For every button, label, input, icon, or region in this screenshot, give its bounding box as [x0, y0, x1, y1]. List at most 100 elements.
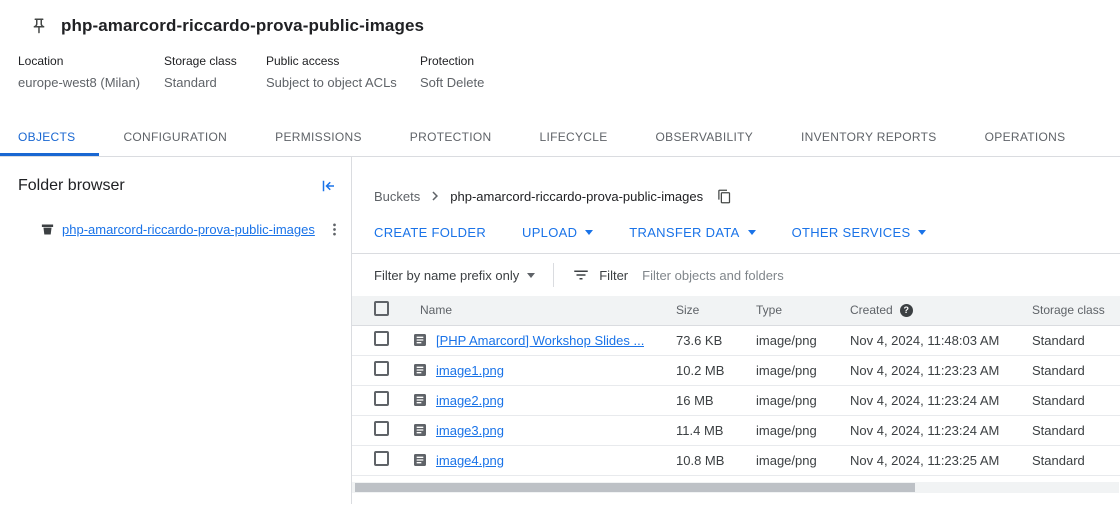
cell-size: 11.4 MB — [660, 415, 740, 445]
filter-objects-input[interactable] — [642, 268, 1120, 283]
column-header-type: Type — [740, 296, 834, 325]
folder-browser-title: Folder browser — [18, 177, 125, 195]
caret-down-icon — [918, 230, 926, 235]
filter-label: Filter — [599, 268, 628, 283]
object-link[interactable]: image4.png — [436, 453, 504, 468]
cell-size: 10.8 MB — [660, 445, 740, 475]
cell-type: image/png — [740, 325, 834, 355]
filter-row: Filter by name prefix only Filter — [374, 254, 1120, 296]
help-icon[interactable] — [900, 304, 913, 317]
cell-created: Nov 4, 2024, 11:23:23 AM — [834, 355, 1016, 385]
table-row: [PHP Amarcord] Workshop Slides ... 73.6 … — [352, 325, 1120, 355]
row-checkbox[interactable] — [374, 361, 389, 376]
cell-type: image/png — [740, 355, 834, 385]
tab-permissions[interactable]: PERMISSIONS — [251, 120, 386, 156]
objects-tab-content: Folder browser php-amarcord-riccardo-pro… — [0, 157, 1120, 504]
filter-prefix-label: Filter by name prefix only — [374, 268, 519, 283]
folder-browser-panel: Folder browser php-amarcord-riccardo-pro… — [0, 157, 352, 504]
cell-created: Nov 4, 2024, 11:23:25 AM — [834, 445, 1016, 475]
horizontal-scrollbar[interactable] — [352, 482, 1119, 493]
transfer-data-label: TRANSFER DATA — [629, 225, 739, 240]
other-services-button[interactable]: OTHER SERVICES — [792, 225, 927, 240]
push-pin-icon[interactable] — [30, 17, 48, 35]
cell-created: Nov 4, 2024, 11:48:03 AM — [834, 325, 1016, 355]
scrollbar-thumb[interactable] — [355, 483, 915, 492]
create-folder-button[interactable]: CREATE FOLDER — [374, 225, 486, 240]
transfer-data-button[interactable]: TRANSFER DATA — [629, 225, 755, 240]
cell-storage-class: Standard — [1016, 415, 1120, 445]
breadcrumb: Buckets php-amarcord-riccardo-prova-publ… — [374, 187, 1120, 205]
bucket-link[interactable]: php-amarcord-riccardo-prova-public-image… — [62, 222, 326, 237]
create-folder-label: CREATE FOLDER — [374, 225, 486, 240]
file-icon — [412, 392, 428, 408]
meta-protection: Protection Soft Delete — [420, 54, 484, 90]
copy-icon[interactable] — [717, 189, 732, 204]
row-checkbox[interactable] — [374, 421, 389, 436]
cell-size: 73.6 KB — [660, 325, 740, 355]
meta-value: europe-west8 (Milan) — [18, 75, 164, 90]
file-icon — [412, 422, 428, 438]
breadcrumb-current: php-amarcord-riccardo-prova-public-image… — [450, 189, 703, 204]
folder-browser-bucket-row: php-amarcord-riccardo-prova-public-image… — [40, 221, 343, 238]
meta-label: Storage class — [164, 54, 266, 68]
meta-value: Soft Delete — [420, 75, 484, 90]
cell-type: image/png — [740, 415, 834, 445]
folder-browser-header: Folder browser — [18, 177, 337, 195]
page-title: php-amarcord-riccardo-prova-public-image… — [61, 16, 424, 36]
caret-down-icon — [748, 230, 756, 235]
meta-label: Public access — [266, 54, 420, 68]
table-row: image3.png 11.4 MB image/png Nov 4, 2024… — [352, 415, 1120, 445]
meta-storage-class: Storage class Standard — [164, 54, 266, 90]
upload-button[interactable]: UPLOAD — [522, 225, 593, 240]
column-header-name: Name — [398, 296, 660, 325]
tab-objects[interactable]: OBJECTS — [0, 120, 99, 156]
object-link[interactable]: image1.png — [436, 363, 504, 378]
row-checkbox[interactable] — [374, 391, 389, 406]
filter-list-icon — [572, 266, 590, 284]
chevron-right-icon — [426, 187, 444, 205]
file-icon — [412, 362, 428, 378]
other-services-label: OTHER SERVICES — [792, 225, 911, 240]
vertical-divider — [553, 263, 554, 287]
cell-type: image/png — [740, 445, 834, 475]
row-checkbox[interactable] — [374, 451, 389, 466]
file-icon — [412, 332, 428, 348]
object-link[interactable]: image3.png — [436, 423, 504, 438]
cell-size: 16 MB — [660, 385, 740, 415]
cell-storage-class: Standard — [1016, 325, 1120, 355]
created-label: Created — [850, 303, 893, 317]
meta-public-access: Public access Subject to object ACLs — [266, 54, 420, 90]
tab-operations[interactable]: OPERATIONS — [961, 120, 1090, 156]
tab-protection[interactable]: PROTECTION — [386, 120, 516, 156]
tab-observability[interactable]: OBSERVABILITY — [632, 120, 778, 156]
caret-down-icon — [585, 230, 593, 235]
breadcrumb-buckets-link[interactable]: Buckets — [374, 189, 420, 204]
filter-prefix-dropdown[interactable]: Filter by name prefix only — [374, 268, 535, 283]
cell-created: Nov 4, 2024, 11:23:24 AM — [834, 385, 1016, 415]
cell-size: 10.2 MB — [660, 355, 740, 385]
tab-bar: OBJECTS CONFIGURATION PERMISSIONS PROTEC… — [0, 120, 1120, 157]
table-row: image1.png 10.2 MB image/png Nov 4, 2024… — [352, 355, 1120, 385]
meta-label: Location — [18, 54, 164, 68]
tab-inventory-reports[interactable]: INVENTORY REPORTS — [777, 120, 961, 156]
bucket-meta: Location europe-west8 (Milan) Storage cl… — [18, 54, 1120, 90]
file-icon — [412, 452, 428, 468]
cell-storage-class: Standard — [1016, 385, 1120, 415]
tab-configuration[interactable]: CONFIGURATION — [99, 120, 251, 156]
table-header-row: Name Size Type Created Storage class — [352, 296, 1120, 325]
caret-down-icon — [527, 273, 535, 278]
column-header-created: Created — [834, 296, 1016, 325]
select-all-checkbox[interactable] — [374, 301, 389, 316]
upload-label: UPLOAD — [522, 225, 577, 240]
cell-type: image/png — [740, 385, 834, 415]
objects-toolbar: CREATE FOLDER UPLOAD TRANSFER DATA OTHER… — [374, 225, 1120, 240]
more-vert-icon[interactable] — [326, 221, 343, 238]
object-link[interactable]: image2.png — [436, 393, 504, 408]
tab-lifecycle[interactable]: LIFECYCLE — [515, 120, 631, 156]
object-link[interactable]: [PHP Amarcord] Workshop Slides ... — [436, 333, 644, 348]
meta-value: Standard — [164, 75, 266, 90]
table-row: image4.png 10.8 MB image/png Nov 4, 2024… — [352, 445, 1120, 475]
collapse-panel-icon[interactable] — [319, 177, 337, 195]
row-checkbox[interactable] — [374, 331, 389, 346]
meta-value: Subject to object ACLs — [266, 75, 420, 90]
